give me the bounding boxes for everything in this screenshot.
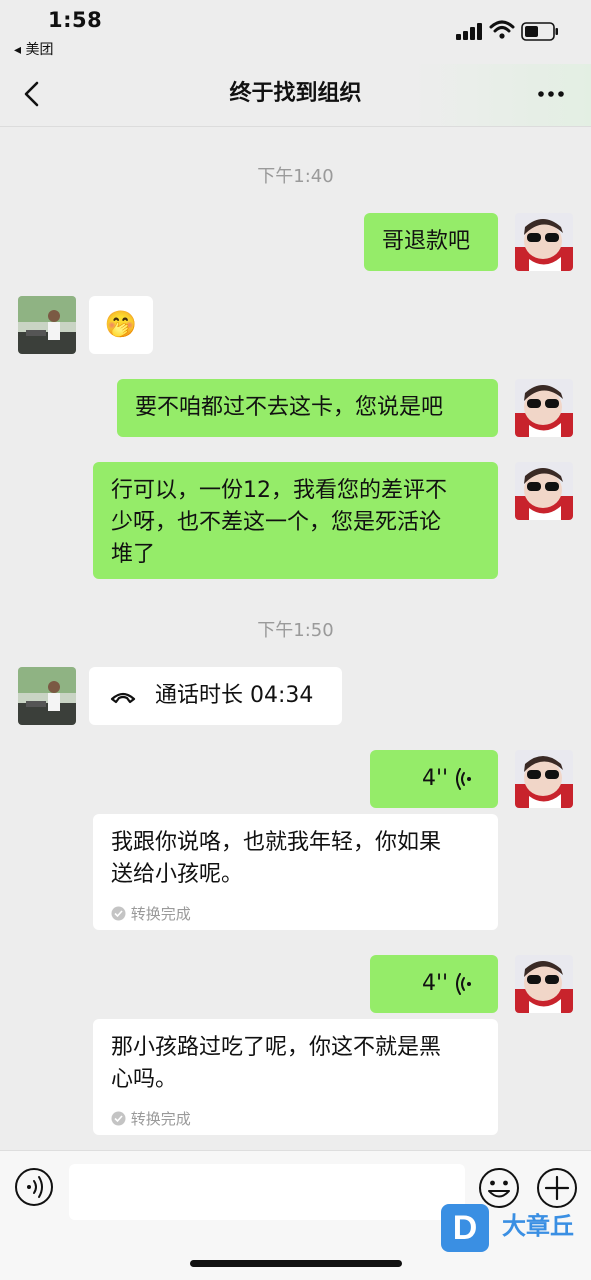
my-avatar[interactable] — [515, 379, 573, 437]
battery-icon — [521, 22, 558, 41]
avatar-image-icon — [515, 955, 573, 1013]
my-avatar[interactable] — [515, 462, 573, 520]
avatar-image-icon — [515, 213, 573, 271]
home-indicator[interactable] — [190, 1260, 402, 1267]
message-bubble-received[interactable]: 🤭 — [89, 296, 153, 354]
chat-title: 终于找到组织 — [229, 81, 362, 106]
avatar-image-icon — [18, 667, 76, 725]
call-duration-text: 通话时长 04:34 — [155, 683, 314, 708]
voice-message-bubble[interactable]: 4'' — [370, 750, 498, 808]
my-avatar[interactable] — [515, 750, 573, 808]
transcription-status: 转换完成 — [111, 898, 191, 930]
message-bubble-sent[interactable]: 要不咱都过不去这卡，您说是吧 — [117, 379, 498, 437]
cellular-signal-icon — [456, 23, 482, 40]
status-time: 1:58 — [48, 8, 103, 32]
transcription-status-label: 转换完成 — [130, 1110, 191, 1128]
message-timestamp: 下午1:50 — [257, 620, 334, 641]
call-record-bubble[interactable]: 通话时长 04:34 — [89, 667, 342, 725]
wifi-icon — [489, 20, 515, 39]
voice-transcription-box[interactable]: 我跟你说咯，也就我年轻，你如果 送给小孩呢。 转换完成 — [93, 814, 498, 930]
message-bubble-sent[interactable]: 行可以，一份12，我看您的差评不 少呀，也不差这一个，您是死活论 堆了 — [93, 462, 498, 579]
message-input[interactable] — [69, 1164, 465, 1220]
contact-avatar[interactable] — [18, 667, 76, 725]
emoji-message: 🤭 — [104, 310, 138, 340]
my-avatar[interactable] — [515, 213, 573, 271]
voice-duration: 4'' — [422, 971, 449, 996]
voice-transcription-box[interactable]: 那小孩路过吃了呢，你这不就是黑 心吗。 转换完成 — [93, 1019, 498, 1135]
voice-wave-icon — [456, 768, 471, 790]
check-circle-icon — [111, 1111, 126, 1126]
add-more-icon[interactable] — [536, 1167, 578, 1209]
voice-wave-icon — [456, 973, 471, 995]
phone-handset-icon — [110, 692, 136, 704]
contact-avatar[interactable] — [18, 296, 76, 354]
transcription-status: 转换完成 — [111, 1103, 191, 1135]
message-bubble-sent[interactable]: 哥退款吧 — [364, 213, 498, 271]
voice-input-icon[interactable] — [14, 1167, 54, 1207]
my-avatar[interactable] — [515, 955, 573, 1013]
avatar-image-icon — [18, 296, 76, 354]
more-options-icon[interactable] — [536, 84, 566, 104]
check-circle-icon — [111, 906, 126, 921]
voice-message-bubble[interactable]: 4'' — [370, 955, 498, 1013]
voice-duration: 4'' — [422, 766, 449, 791]
message-timestamp: 下午1:40 — [257, 166, 334, 187]
transcription-text: 那小孩路过吃了呢，你这不就是黑 心吗。 — [111, 1035, 442, 1092]
avatar-image-icon — [515, 379, 573, 437]
watermark-text: 大章丘 — [502, 1212, 574, 1240]
avatar-image-icon — [515, 462, 573, 520]
message-text: 行可以，一份12，我看您的差评不 少呀，也不差这一个，您是死活论 堆了 — [111, 478, 447, 567]
transcription-text: 我跟你说咯，也就我年轻，你如果 送给小孩呢。 — [111, 830, 442, 887]
message-text: 哥退款吧 — [382, 229, 471, 254]
message-text: 要不咱都过不去这卡，您说是吧 — [135, 395, 444, 420]
emoji-icon[interactable] — [478, 1167, 520, 1209]
watermark-logo: D — [441, 1204, 489, 1252]
transcription-status-label: 转换完成 — [130, 905, 191, 923]
back-to-app-link[interactable]: ◂ 美团 — [14, 39, 53, 59]
avatar-image-icon — [515, 750, 573, 808]
